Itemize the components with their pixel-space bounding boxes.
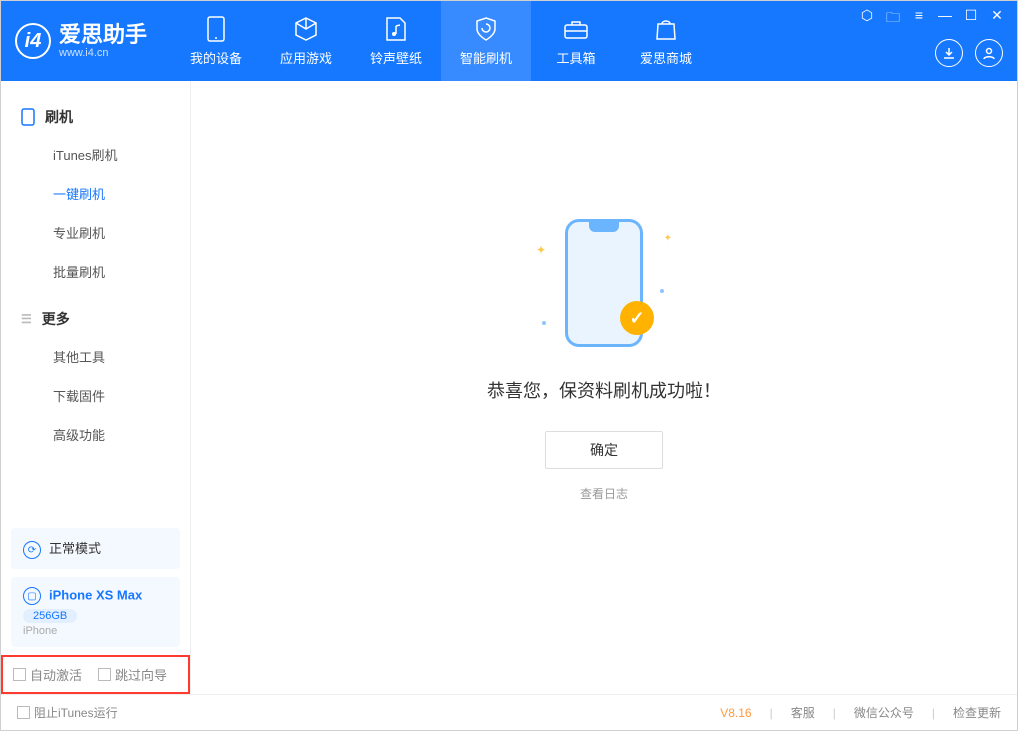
dot-icon [542, 321, 546, 325]
sidebar-item-download-firmware[interactable]: 下载固件 [1, 376, 190, 415]
shield-icon [473, 16, 499, 42]
footer-link-update[interactable]: 检查更新 [953, 704, 1001, 721]
footer: 阻止iTunes运行 V8.16 | 客服 | 微信公众号 | 检查更新 [1, 694, 1017, 730]
tab-store[interactable]: 爱思商城 [621, 1, 711, 81]
success-illustration: ✦ ✦ ✓ [524, 213, 684, 353]
device-card-icon: ▢ [23, 587, 41, 605]
minimize-button[interactable]: — [937, 7, 953, 31]
mode-card[interactable]: ⟳正常模式 [11, 528, 180, 569]
body: 刷机 iTunes刷机 一键刷机 专业刷机 批量刷机 ☰ 更多 其他工具 下载固… [1, 81, 1017, 694]
mode-icon: ⟳ [23, 541, 41, 559]
view-log-link[interactable]: 查看日志 [580, 485, 628, 502]
sidebar-item-oneclick-flash[interactable]: 一键刷机 [1, 174, 190, 213]
sidebar-item-other-tools[interactable]: 其他工具 [1, 337, 190, 376]
tab-flash[interactable]: 智能刷机 [441, 1, 531, 81]
checkbox-auto-activate[interactable]: 自动激活 [13, 665, 82, 684]
tab-toolbox[interactable]: 工具箱 [531, 1, 621, 81]
logo-icon: i4 [15, 23, 51, 59]
storage-badge: 256GB [23, 609, 77, 623]
app-name: 爱思助手 [59, 23, 147, 47]
sidebar-item-advanced[interactable]: 高级功能 [1, 415, 190, 454]
success-message: 恭喜您，保资料刷机成功啦！ [487, 377, 721, 403]
shirt-icon[interactable]: ⬡ [859, 7, 875, 31]
ok-button[interactable]: 确定 [545, 431, 663, 469]
tab-my-device[interactable]: 我的设备 [171, 1, 261, 81]
toolbox-icon [563, 16, 589, 42]
version-label: V8.16 [720, 706, 751, 720]
options-box: 自动激活 跳过向导 [1, 655, 190, 694]
menu-icon[interactable]: ≡ [911, 7, 927, 31]
lock-icon[interactable]: 🗀 [885, 7, 901, 31]
sidebar-title-flash: 刷机 [1, 99, 190, 135]
sidebar-group-more: ☰ 更多 其他工具 下载固件 高级功能 [1, 301, 190, 454]
user-button[interactable] [975, 39, 1003, 67]
music-file-icon [383, 16, 409, 42]
phone-icon [21, 108, 35, 126]
sidebar-title-more: ☰ 更多 [1, 301, 190, 337]
maximize-button[interactable]: ☐ [963, 7, 979, 31]
window-controls: ⬡ 🗀 ≡ — ☐ ✕ [859, 7, 1005, 31]
sidebar-group-flash: 刷机 iTunes刷机 一键刷机 专业刷机 批量刷机 [1, 99, 190, 291]
footer-left: 阻止iTunes运行 [17, 704, 118, 721]
check-icon: ✓ [620, 301, 654, 335]
close-button[interactable]: ✕ [989, 7, 1005, 31]
sidebar-bottom: ⟳正常模式 ▢iPhone XS Max 256GB iPhone 自动激活 跳… [1, 528, 190, 694]
footer-link-support[interactable]: 客服 [791, 704, 815, 721]
checkbox-skip-guide[interactable]: 跳过向导 [98, 665, 167, 684]
footer-link-wechat[interactable]: 微信公众号 [854, 704, 914, 721]
nav-tabs: 我的设备 应用游戏 铃声壁纸 智能刷机 工具箱 爱思商城 [171, 1, 711, 81]
sidebar-item-pro-flash[interactable]: 专业刷机 [1, 213, 190, 252]
cube-icon [293, 16, 319, 42]
bag-icon [653, 16, 679, 42]
list-icon: ☰ [21, 312, 32, 326]
sidebar: 刷机 iTunes刷机 一键刷机 专业刷机 批量刷机 ☰ 更多 其他工具 下载固… [1, 81, 191, 694]
logo[interactable]: i4 爱思助手 www.i4.cn [15, 23, 147, 59]
tab-ringtones[interactable]: 铃声壁纸 [351, 1, 441, 81]
device-type: iPhone [23, 625, 168, 637]
checkbox-block-itunes[interactable]: 阻止iTunes运行 [17, 704, 118, 721]
dot-icon [660, 289, 664, 293]
tab-apps[interactable]: 应用游戏 [261, 1, 351, 81]
sidebar-item-itunes-flash[interactable]: iTunes刷机 [1, 135, 190, 174]
sidebar-item-batch-flash[interactable]: 批量刷机 [1, 252, 190, 291]
app-url: www.i4.cn [59, 47, 147, 59]
sparkle-icon: ✦ [664, 233, 672, 244]
sparkle-icon: ✦ [536, 243, 546, 257]
device-card[interactable]: ▢iPhone XS Max 256GB iPhone [11, 577, 180, 647]
main-content: ✦ ✦ ✓ 恭喜您，保资料刷机成功啦！ 确定 查看日志 [191, 81, 1017, 694]
device-icon [203, 16, 229, 42]
footer-right: V8.16 | 客服 | 微信公众号 | 检查更新 [720, 704, 1001, 721]
header-right-icons [935, 39, 1003, 67]
app-header: i4 爱思助手 www.i4.cn 我的设备 应用游戏 铃声壁纸 智能刷机 工具… [1, 1, 1017, 81]
download-button[interactable] [935, 39, 963, 67]
